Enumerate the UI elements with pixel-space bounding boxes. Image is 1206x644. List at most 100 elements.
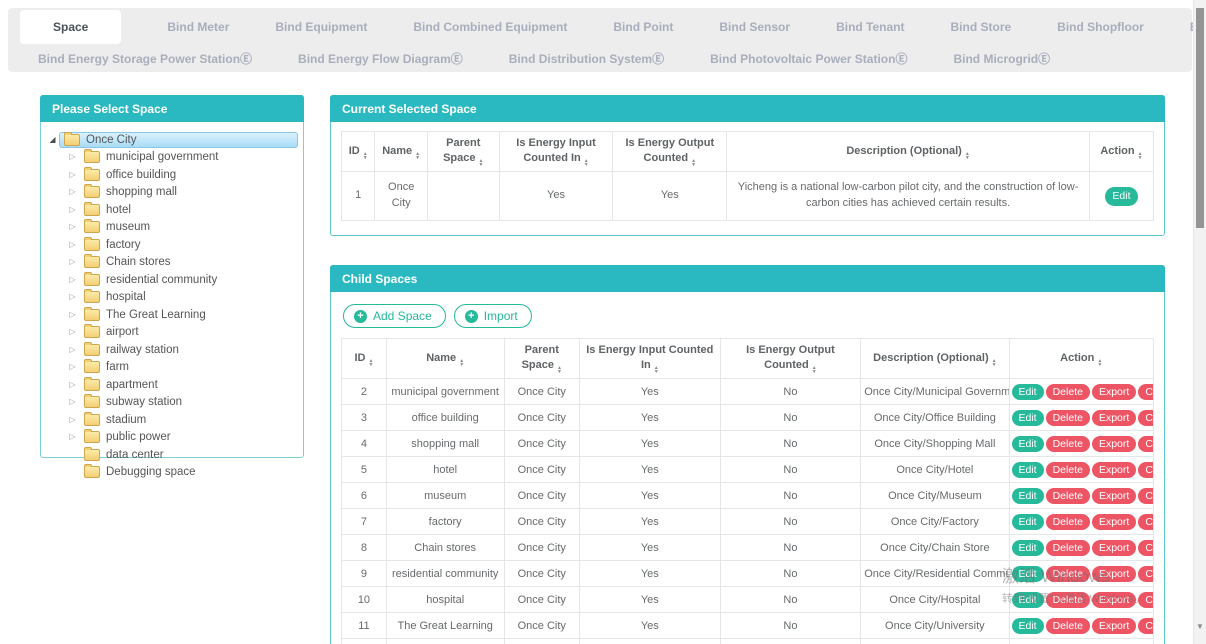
tree-node-content[interactable]: factory [79,237,298,253]
delete-button[interactable]: Delete [1046,566,1090,582]
tree-expander-icon[interactable] [66,363,79,371]
edit-button[interactable]: Edit [1012,540,1044,556]
tab[interactable]: Bind Energy Flow DiagramⒺ [298,50,463,67]
clone-button[interactable]: Clone [1138,540,1153,556]
column-header[interactable]: Action [1009,339,1154,379]
tree-node[interactable]: shopping mall [46,184,298,202]
tree-node[interactable]: Once City [46,131,298,149]
delete-button[interactable]: Delete [1046,384,1090,400]
sort-icon[interactable] [368,359,373,367]
delete-button[interactable]: Delete [1046,618,1090,634]
edit-button[interactable]: Edit [1012,384,1044,400]
export-button[interactable]: Export [1092,410,1136,426]
column-header[interactable]: Description (Optional) [727,132,1090,172]
column-header[interactable]: Is Energy Output Counted [613,132,727,172]
export-button[interactable]: Export [1092,514,1136,530]
edit-button[interactable]: Edit [1012,566,1044,582]
tree-node-content[interactable]: railway station [79,342,298,358]
clone-button[interactable]: Clone [1138,488,1153,504]
clone-button[interactable]: Clone [1138,566,1153,582]
tree-expander-icon[interactable] [66,346,79,354]
tree-node-content[interactable]: subway station [79,394,298,410]
column-header[interactable]: Is Energy Input Counted In [499,132,613,172]
column-header[interactable]: ID [342,132,375,172]
tab[interactable]: Bind Shopfloor [1057,20,1144,34]
tree-expander-icon[interactable] [66,416,79,424]
delete-button[interactable]: Delete [1046,488,1090,504]
tab[interactable]: Bind Combined Equipment [413,20,567,34]
tree-node-content[interactable]: The Great Learning [79,307,298,323]
sort-icon[interactable] [1097,359,1102,367]
tree-node[interactable]: hospital [46,289,298,307]
tree-node-content[interactable]: Debugging space [79,464,298,480]
tree-node-content[interactable]: airport [79,324,298,340]
tree-node[interactable]: apartment [46,376,298,394]
tab[interactable]: Bind Equipment [275,20,367,34]
tree-expander-icon[interactable] [66,311,79,319]
tree-node-content[interactable]: farm [79,359,298,375]
tree-expander-icon[interactable] [66,188,79,196]
column-header[interactable]: Parent Space [427,132,499,172]
edit-button[interactable]: Edit [1012,462,1044,478]
tree-node-content[interactable]: apartment [79,377,298,393]
tree-node[interactable]: stadium [46,411,298,429]
tree-node[interactable]: office building [46,166,298,184]
add-space-button[interactable]: Add Space [343,304,446,328]
sort-icon[interactable] [812,366,817,374]
column-header[interactable]: ID [342,339,387,379]
tree-node[interactable]: data center [46,446,298,464]
tree-node[interactable]: hotel [46,201,298,219]
edit-button[interactable]: Edit [1012,514,1044,530]
scrollbar-down-arrow-icon[interactable]: ▼ [1194,622,1206,631]
clone-button[interactable]: Clone [1138,384,1153,400]
tree-expander-icon[interactable] [66,293,79,301]
sort-icon[interactable] [363,152,368,160]
column-header[interactable]: Name [375,132,428,172]
tree-node-content[interactable]: public power [79,429,298,445]
tree-node[interactable]: The Great Learning [46,306,298,324]
column-header[interactable]: Is Energy Output Counted [720,339,861,379]
sort-icon[interactable] [691,159,696,167]
delete-button[interactable]: Delete [1046,410,1090,426]
column-header[interactable]: Is Energy Input Counted In [580,339,721,379]
tree-node[interactable]: Debugging space [46,464,298,482]
edit-button[interactable]: Edit [1012,436,1044,452]
clone-button[interactable]: Clone [1138,618,1153,634]
edit-button[interactable]: Edit [1012,592,1044,608]
export-button[interactable]: Export [1092,462,1136,478]
tree-expander-icon[interactable] [66,206,79,214]
tree-expander-icon[interactable] [46,136,59,144]
tree-node-content[interactable]: hospital [79,289,298,305]
export-button[interactable]: Export [1092,592,1136,608]
scrollbar-thumb[interactable] [1196,8,1204,228]
tree-expander-icon[interactable] [66,171,79,179]
tab[interactable]: Bind Store [951,20,1012,34]
tab[interactable]: Space [20,10,121,44]
sort-icon[interactable] [557,366,562,374]
tree-expander-icon[interactable] [66,258,79,266]
tree-node[interactable]: museum [46,219,298,237]
tree-expander-icon[interactable] [66,433,79,441]
tab[interactable]: Bind MicrogridⒺ [953,50,1050,67]
sort-icon[interactable] [415,152,420,160]
tree-node-content[interactable]: office building [79,167,298,183]
tree-node-content[interactable]: hotel [79,202,298,218]
delete-button[interactable]: Delete [1046,462,1090,478]
column-header[interactable]: Action [1089,132,1153,172]
tree-node-content[interactable]: data center [79,447,298,463]
tree-expander-icon[interactable] [66,398,79,406]
delete-button[interactable]: Delete [1046,540,1090,556]
sort-icon[interactable] [459,359,464,367]
tree-expander-icon[interactable] [66,223,79,231]
clone-button[interactable]: Clone [1138,410,1153,426]
import-button[interactable]: Import [454,304,532,328]
tree-node-content[interactable]: shopping mall [79,184,298,200]
tree-node-content[interactable]: museum [79,219,298,235]
sort-icon[interactable] [654,366,659,374]
column-header[interactable]: Name [386,339,504,379]
tree-node[interactable]: subway station [46,394,298,412]
export-button[interactable]: Export [1092,384,1136,400]
export-button[interactable]: Export [1092,540,1136,556]
tab[interactable]: Bind Photovoltaic Power StationⒺ [710,50,907,67]
export-button[interactable]: Export [1092,618,1136,634]
